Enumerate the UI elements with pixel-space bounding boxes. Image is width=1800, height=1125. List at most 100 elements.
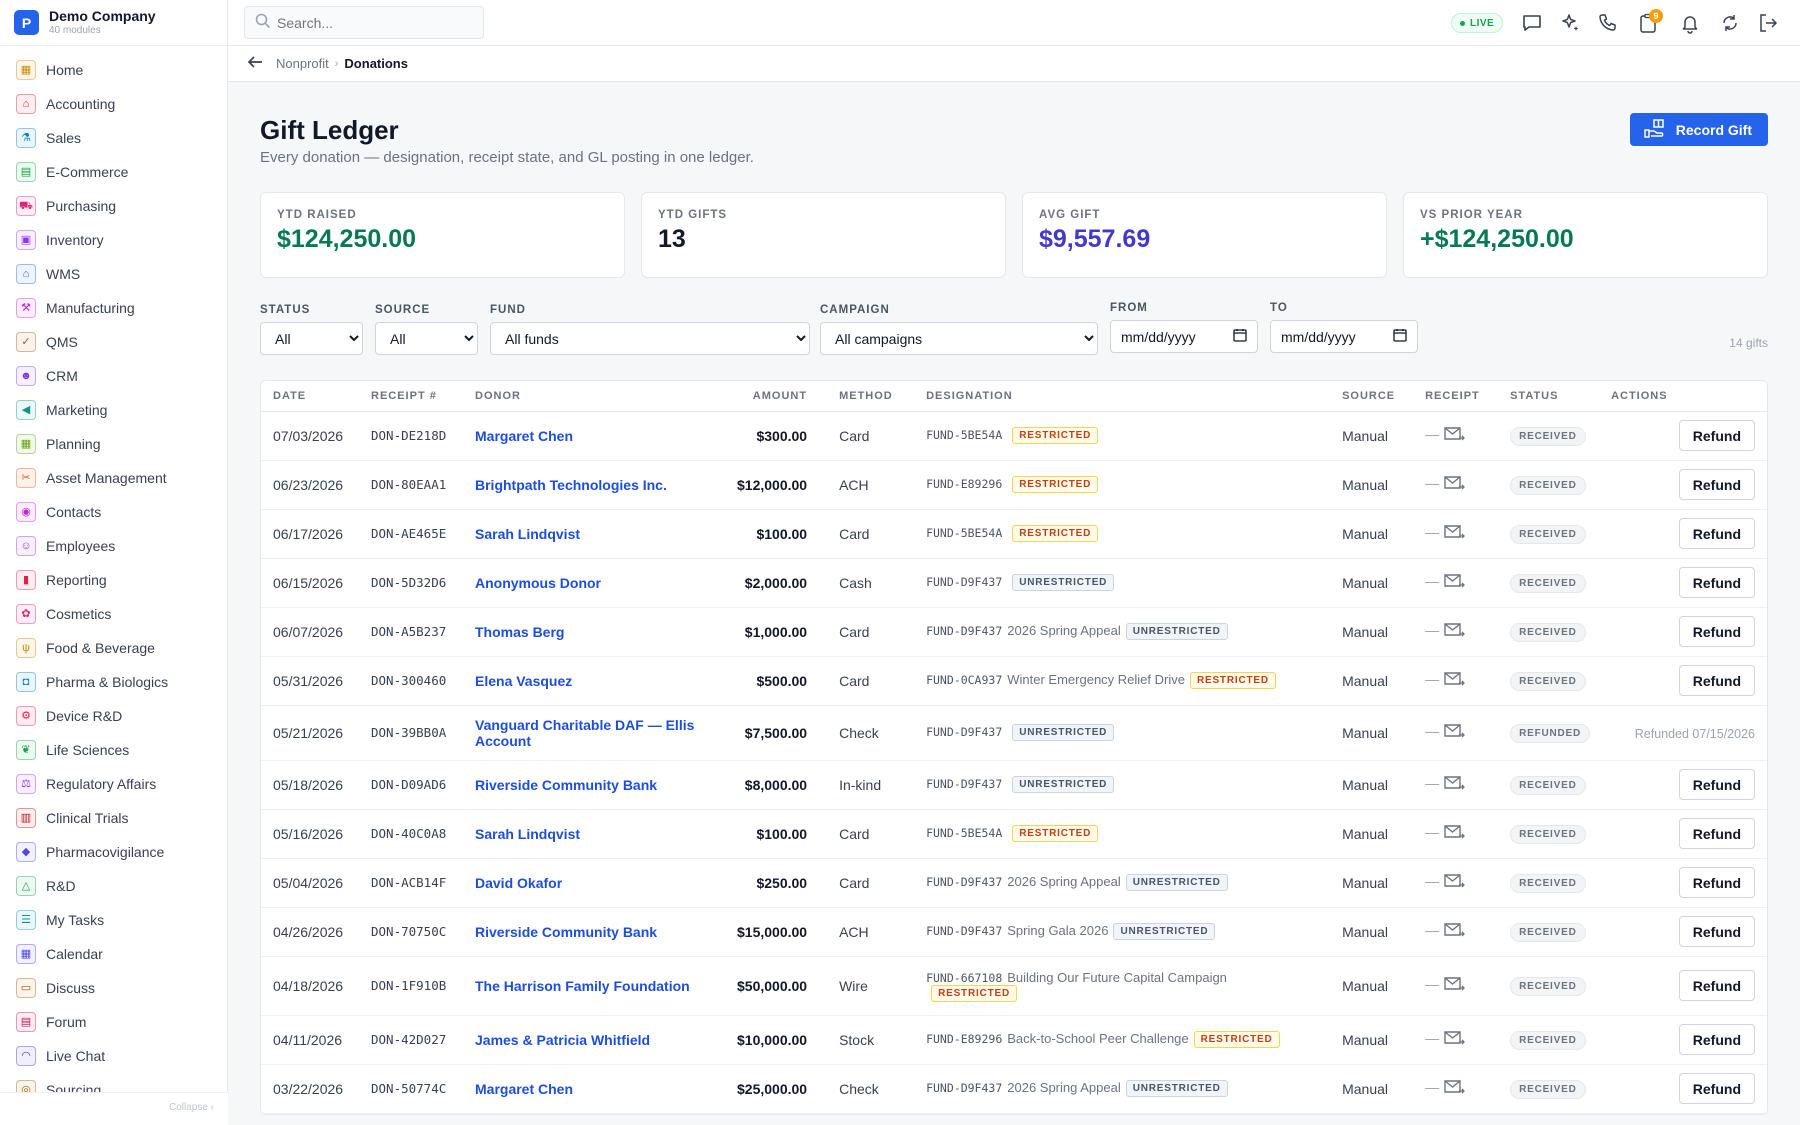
column-header[interactable]: RECEIPT [1413,381,1499,412]
status-select[interactable]: All [260,322,363,355]
table-row[interactable]: 04/18/2026 DON-1F910B The Harrison Famil… [261,956,1767,1016]
table-row[interactable]: 05/21/2026 DON-39BB0A Vanguard Charitabl… [261,705,1767,761]
fund-code[interactable]: FUND-5BE54A [926,428,1002,442]
donor-link[interactable]: Thomas Berg [475,624,564,640]
send-receipt-mail-icon[interactable] [1443,574,1465,594]
refund-button[interactable]: Refund [1678,769,1755,800]
from-date-input[interactable]: mm/dd/yyyy [1110,320,1258,353]
donor-link[interactable]: Sarah Lindqvist [475,826,580,842]
refund-button[interactable]: Refund [1678,1073,1755,1104]
refund-button[interactable]: Refund [1678,818,1755,849]
fund-code[interactable]: FUND-5BE54A [926,526,1002,540]
sidebar-item-sourcing[interactable]: ◎ Sourcing [0,1073,227,1092]
donor-link[interactable]: Margaret Chen [475,428,573,444]
refund-button[interactable]: Refund [1678,518,1755,549]
table-row[interactable]: 06/17/2026 DON-AE465E Sarah Lindqvist $1… [261,509,1767,559]
table-row[interactable]: 06/07/2026 DON-A5B237 Thomas Berg $1,000… [261,607,1767,657]
table-row[interactable]: 05/18/2026 DON-D09AD6 Riverside Communit… [261,760,1767,810]
donor-link[interactable]: Sarah Lindqvist [475,526,580,542]
table-row[interactable]: 06/15/2026 DON-5D32D6 Anonymous Donor $2… [261,558,1767,608]
sidebar-item-home[interactable]: ▦ Home [0,53,227,87]
donor-link[interactable]: Riverside Community Bank [475,777,657,793]
sidebar-item-inventory[interactable]: ▣ Inventory [0,223,227,257]
fund-select[interactable]: All funds [490,322,810,355]
refund-button[interactable]: Refund [1678,567,1755,598]
donor-link[interactable]: James & Patricia Whitfield [475,1032,650,1048]
fund-code[interactable]: FUND-D9F437 [926,924,1002,938]
refund-button[interactable]: Refund [1678,867,1755,898]
sidebar-item-marketing[interactable]: ◀ Marketing [0,393,227,427]
fund-code[interactable]: FUND-E89296 [926,1032,1002,1046]
clipboard-notifications-icon[interactable]: 9 [1636,9,1663,35]
send-receipt-mail-icon[interactable] [1443,1031,1465,1051]
send-receipt-mail-icon[interactable] [1443,476,1465,496]
donor-link[interactable]: Margaret Chen [475,1081,573,1097]
campaign-select[interactable]: All campaigns [820,322,1098,355]
fund-code[interactable]: FUND-5BE54A [926,826,1002,840]
sidebar-item-planning[interactable]: ▦ Planning [0,427,227,461]
bell-icon[interactable] [1678,11,1702,35]
column-header[interactable]: RECEIPT # [359,381,463,412]
sidebar-item-contacts[interactable]: ◉ Contacts [0,495,227,529]
fund-code[interactable]: FUND-D9F437 [926,575,1002,589]
column-header[interactable]: DATE [261,381,359,412]
sidebar-item-device-r-d[interactable]: ⚙ Device R&D [0,699,227,733]
refund-button[interactable]: Refund [1678,970,1755,1001]
fund-code[interactable]: FUND-D9F437 [926,725,1002,739]
sidebar-item-accounting[interactable]: ⌂ Accounting [0,87,227,121]
table-row[interactable]: 05/04/2026 DON-ACB14F David Okafor $250.… [261,858,1767,908]
send-receipt-mail-icon[interactable] [1443,874,1465,894]
collapse-sidebar-button[interactable]: Collapse ‹ [0,1092,228,1125]
sidebar-item-qms[interactable]: ✓ QMS [0,325,227,359]
column-header[interactable]: DONOR [463,381,725,412]
sidebar-item-cosmetics[interactable]: ✿ Cosmetics [0,597,227,631]
send-receipt-mail-icon[interactable] [1443,977,1465,997]
table-row[interactable]: 03/22/2026 DON-50774C Margaret Chen $25,… [261,1064,1767,1114]
fund-code[interactable]: FUND-0CA937 [926,673,1002,687]
source-select[interactable]: All [375,322,478,355]
table-row[interactable]: 06/23/2026 DON-80EAA1 Brightpath Technol… [261,460,1767,510]
record-gift-button[interactable]: Record Gift [1629,113,1768,146]
fund-code[interactable]: FUND-667108 [926,971,1002,985]
sync-icon[interactable] [1718,11,1742,35]
search-box[interactable] [244,6,484,39]
donor-link[interactable]: David Okafor [475,875,562,891]
send-receipt-mail-icon[interactable] [1443,623,1465,643]
brand-header[interactable]: P Demo Company 40 modules [0,0,227,46]
refund-button[interactable]: Refund [1678,1024,1755,1055]
sidebar-item-pharmacovigilance[interactable]: ◆ Pharmacovigilance [0,835,227,869]
fund-code[interactable]: FUND-D9F437 [926,624,1002,638]
donor-link[interactable]: Vanguard Charitable DAF — Ellis Account [475,717,694,749]
send-receipt-mail-icon[interactable] [1443,825,1465,845]
sidebar-item-live-chat[interactable]: ◠ Live Chat [0,1039,227,1073]
sidebar-item-forum[interactable]: ▤ Forum [0,1005,227,1039]
sidebar-item-my-tasks[interactable]: ☰ My Tasks [0,903,227,937]
search-input[interactable] [277,14,477,31]
donor-link[interactable]: Brightpath Technologies Inc. [475,477,667,493]
ai-sparkle-icon[interactable] [1558,11,1582,35]
send-receipt-mail-icon[interactable] [1443,672,1465,692]
sidebar-item-sales[interactable]: ⚗ Sales [0,121,227,155]
sidebar-item-r-d[interactable]: △ R&D [0,869,227,903]
sidebar-item-reporting[interactable]: ▮ Reporting [0,563,227,597]
send-receipt-mail-icon[interactable] [1443,1080,1465,1100]
sidebar-item-asset-management[interactable]: ✂ Asset Management [0,461,227,495]
send-receipt-mail-icon[interactable] [1443,427,1465,447]
sidebar-item-life-sciences[interactable]: ❦ Life Sciences [0,733,227,767]
column-header[interactable]: AMOUNT [725,381,828,412]
column-header[interactable]: STATUS [1498,381,1600,412]
send-receipt-mail-icon[interactable] [1443,525,1465,545]
sidebar-item-crm[interactable]: ☻ CRM [0,359,227,393]
sidebar-item-employees[interactable]: ☺ Employees [0,529,227,563]
fund-code[interactable]: FUND-D9F437 [926,777,1002,791]
send-receipt-mail-icon[interactable] [1443,724,1465,744]
sidebar-item-pharma-biologics[interactable]: ◘ Pharma & Biologics [0,665,227,699]
refund-button[interactable]: Refund [1678,469,1755,500]
messages-icon[interactable] [1520,11,1544,35]
table-row[interactable]: 04/26/2026 DON-70750C Riverside Communit… [261,907,1767,957]
refund-button[interactable]: Refund [1678,616,1755,647]
column-header[interactable]: DESIGNATION [914,381,1331,412]
table-row[interactable]: 04/11/2026 DON-42D027 James & Patricia W… [261,1015,1767,1065]
sidebar-item-regulatory-affairs[interactable]: ⚖ Regulatory Affairs [0,767,227,801]
sidebar-item-discuss[interactable]: ▭ Discuss [0,971,227,1005]
